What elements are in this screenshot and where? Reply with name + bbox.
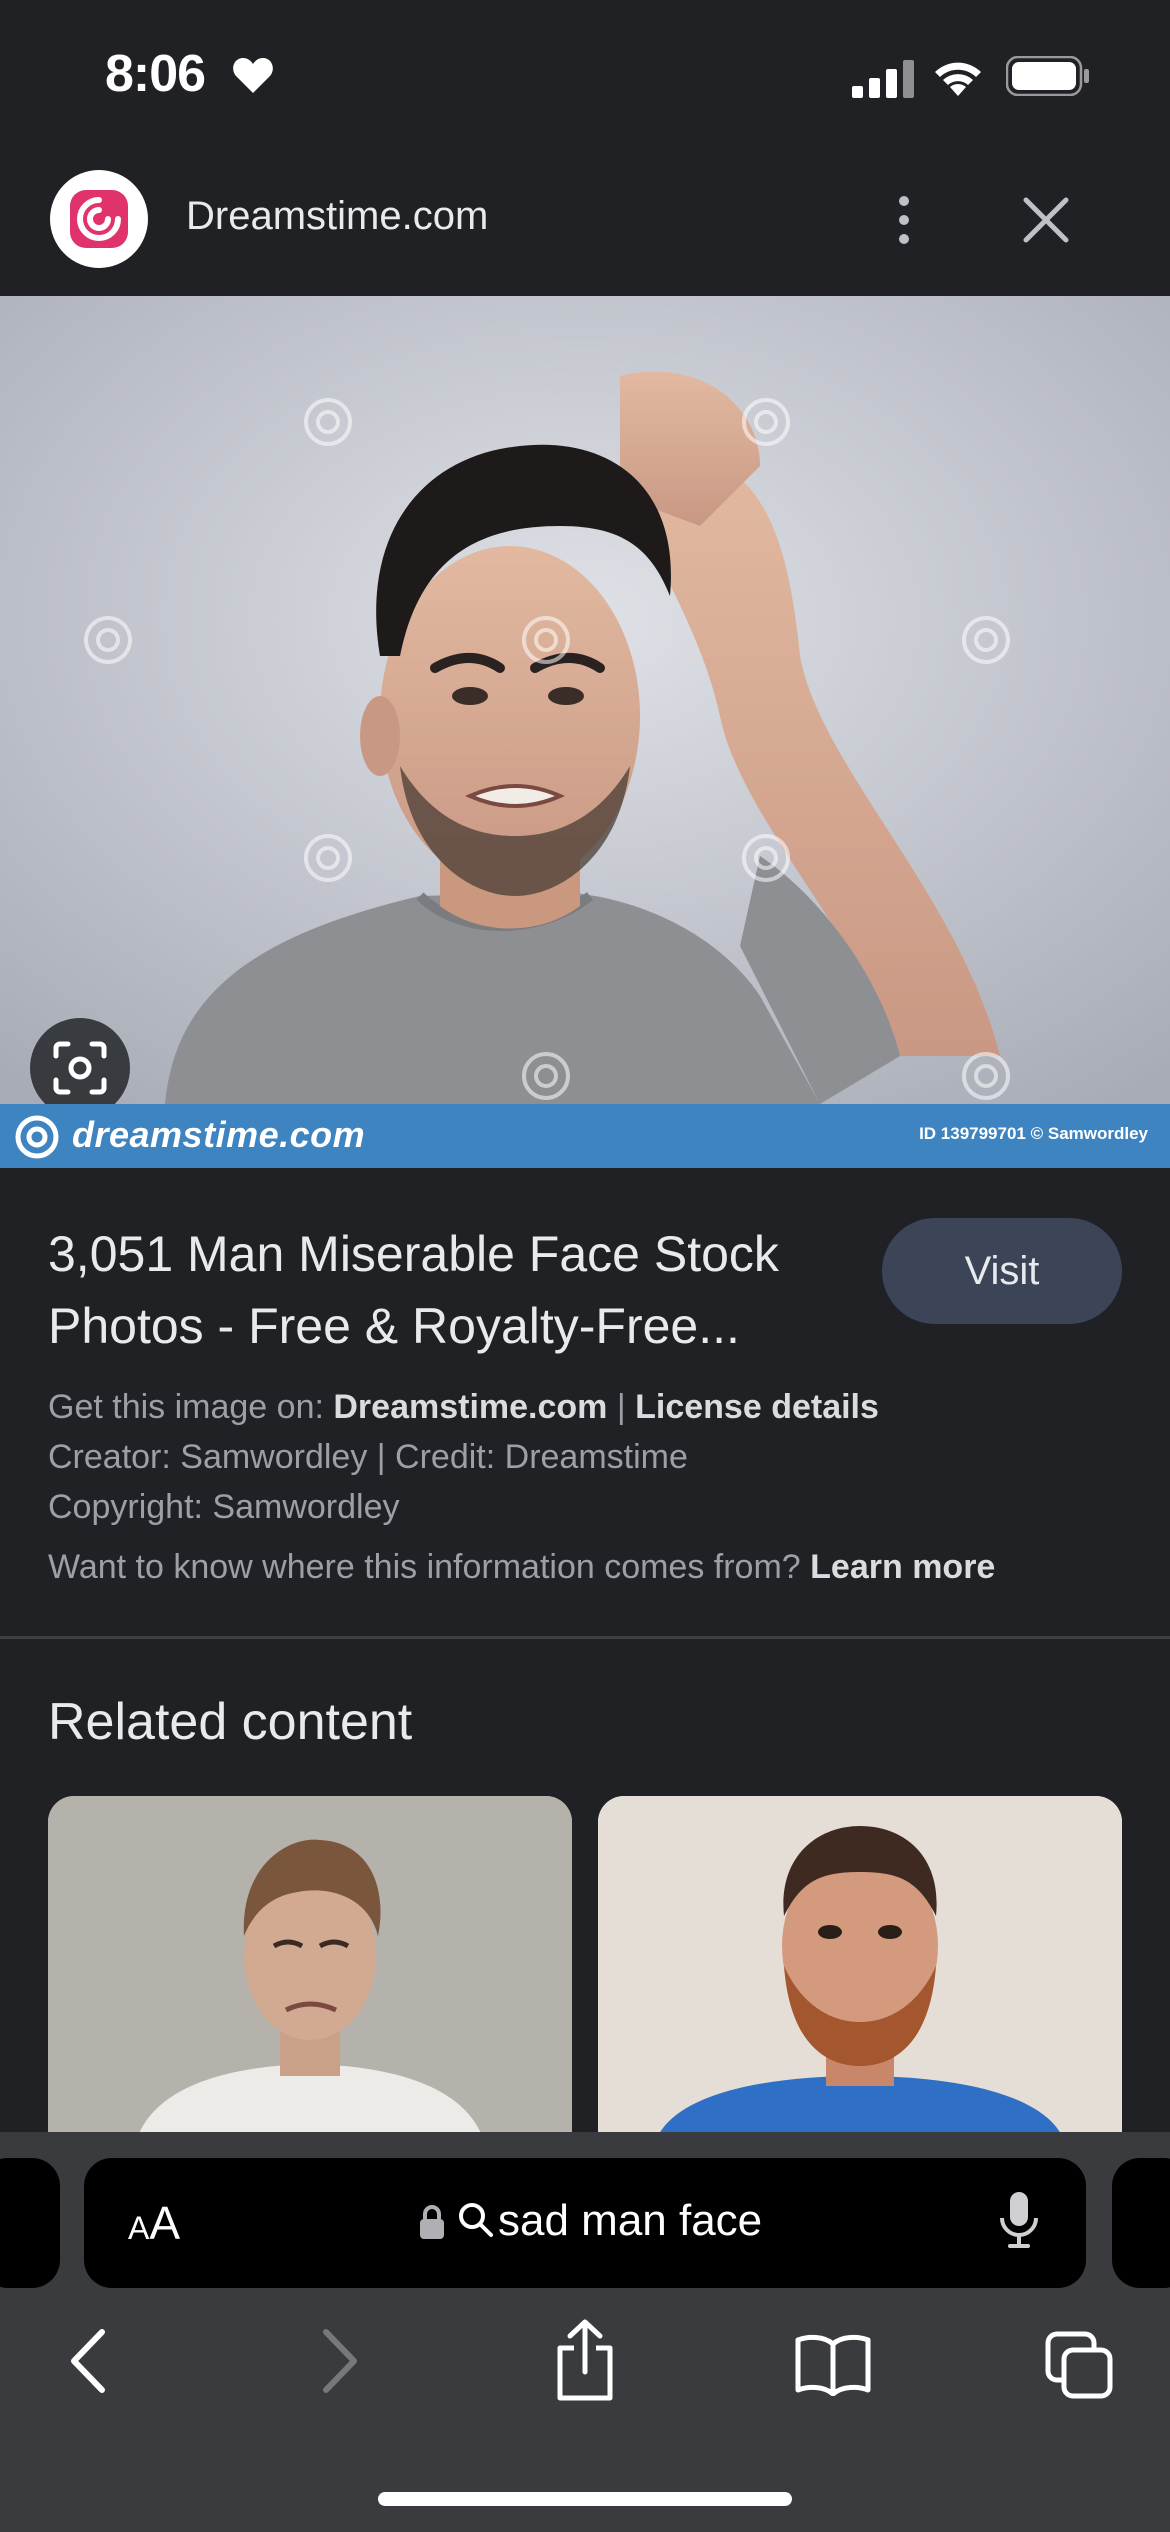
site-header [0,150,1170,296]
dreamstime-logo-icon [50,170,148,268]
related-thumbnail[interactable] [598,1796,1122,2136]
chevron-right-icon [323,2329,357,2393]
man-photo-image [0,296,1170,1104]
result-title[interactable]: 3,051 Man Miserable Face Stock Photos - … [48,1218,868,1362]
source-link[interactable]: Dreamstime.com [333,1388,607,1426]
status-time: 8:06 [105,45,206,103]
related-image-1 [48,1796,572,2136]
cellular-signal-icon [852,58,916,103]
tabs-button[interactable] [1044,2330,1116,2407]
forward-button[interactable] [318,2326,362,2401]
lock-icon [418,2204,446,2245]
chevron-left-icon [71,2329,105,2393]
related-image-2 [598,1796,1122,2136]
heart-icon [232,56,274,99]
home-indicator[interactable] [378,2492,792,2506]
status-bar: 8:06 [0,0,1170,150]
more-vert-icon [899,196,909,206]
image-id: ID 139799701 © Samwordley [919,1124,1148,1143]
info-source-line: Want to know where this information come… [48,1548,996,1586]
bookmarks-button[interactable] [794,2332,872,2401]
result-title-line1: 3,051 Man Miserable Face Stock [48,1226,779,1282]
related-content-heading: Related content [48,1693,413,1751]
book-icon [795,2334,871,2397]
copyright-line: Copyright: Samwordley [48,1488,400,1526]
microphone-icon[interactable] [998,2190,1040,2255]
watermark-bar: dreamstime.com ID 139799701 © Samwordley [0,1104,1170,1168]
close-icon [1023,197,1069,243]
image-source-line: Get this image on: Dreamstime.com | Lice… [48,1388,879,1426]
result-title-line2: Photos - Free & Royalty-Free... [48,1298,740,1354]
next-tab-peek[interactable] [1112,2158,1170,2288]
preview-image[interactable]: dreamstime.com ID 139799701 © Samwordley [0,296,1170,1168]
related-thumbnail[interactable] [48,1796,572,2136]
search-icon [456,2200,496,2245]
license-details-link[interactable]: License details [635,1388,879,1426]
watermark-brand: dreamstime.com [72,1114,366,1155]
site-name: Dreamstime.com [186,194,489,238]
visit-button[interactable]: Visit [882,1218,1122,1324]
tabs-icon [1045,2331,1113,2399]
divider [0,1636,1170,1639]
more-options-button[interactable] [880,190,928,250]
wifi-icon [930,54,986,103]
search-query-text[interactable]: sad man face [498,2196,762,2246]
close-button[interactable] [1016,190,1076,250]
google-lens-button[interactable] [30,1018,130,1118]
page-settings-button[interactable]: AA [128,2196,180,2250]
previous-tab-peek[interactable] [0,2158,60,2288]
lens-icon [53,1041,107,1095]
dreamstime-swirl-icon [14,1114,60,1165]
learn-more-link[interactable]: Learn more [810,1548,995,1586]
creator-line: Creator: Samwordley | Credit: Dreamstime [48,1438,688,1476]
share-icon [557,2319,613,2401]
battery-icon [1005,55,1090,101]
back-button[interactable] [66,2326,110,2401]
share-button[interactable] [552,2318,618,2407]
